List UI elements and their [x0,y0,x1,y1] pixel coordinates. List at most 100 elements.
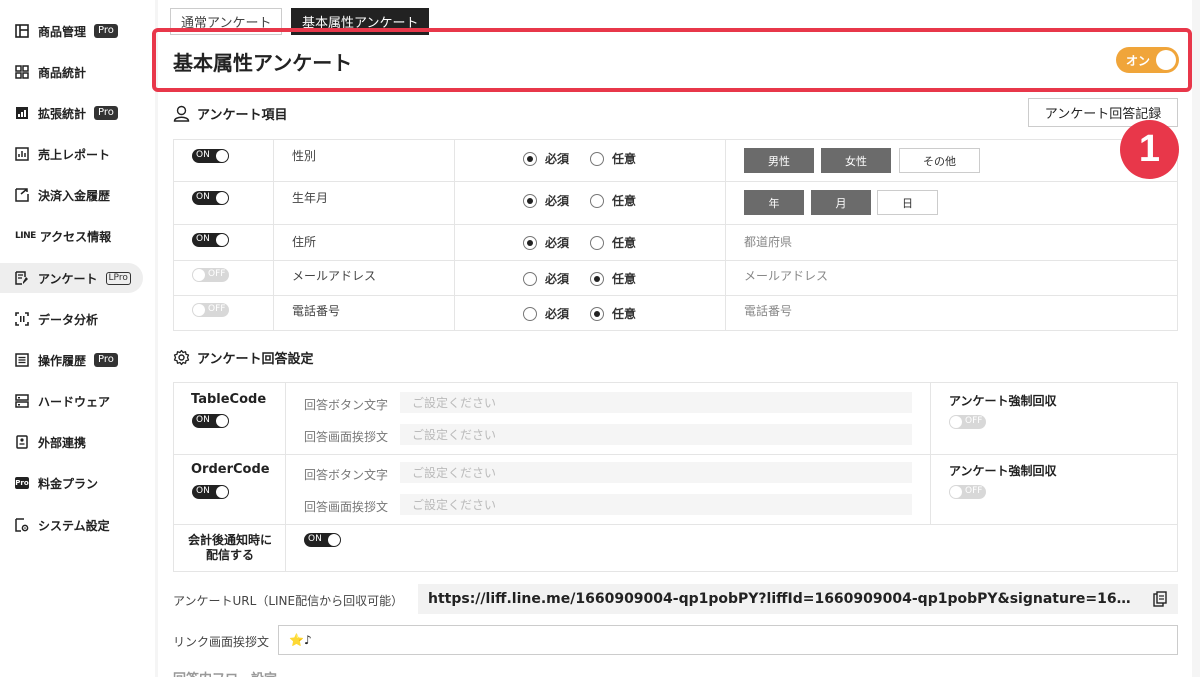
pro-badge: Pro [94,24,118,38]
table-row: ON 住所 必須 任意 都道府県 [174,225,1177,261]
optional-radio[interactable]: 任意 [590,150,636,167]
item-label: 生年月 [292,191,329,205]
item-toggle[interactable]: OFF [192,268,229,282]
answer-section-header: アンケート回答設定 [173,348,313,367]
table-row: OFF 電話番号 必須 任意 電話番号 [174,296,1177,330]
toggle-knob [1156,50,1176,70]
required-radio[interactable]: 必須 [523,150,569,167]
tablecode-button-text-input[interactable]: ご設定ください [400,392,912,413]
sidebar-item-line-access[interactable]: LINE アクセス情報 [0,221,143,251]
tablecode-toggle[interactable]: ON [192,414,229,428]
divider [174,454,1177,455]
copy-icon[interactable] [1152,591,1168,607]
item-placeholder: メールアドレス [744,269,829,283]
ordercode-force-toggle[interactable]: OFF [949,485,986,499]
sidebar-item-payment-history[interactable]: 決済入金履歴 [0,180,143,210]
payment-icon [15,188,29,202]
survey-url-value: https://liff.line.me/1660909004-qp1pobPY… [428,591,1140,607]
sidebar-item-sales-report[interactable]: 売上レポート [0,139,143,169]
option-other-button[interactable]: その他 [899,148,980,173]
survey-enable-toggle[interactable]: オン [1116,47,1179,73]
sidebar-item-label: 操作履歴 [38,353,87,368]
item-toggle[interactable]: ON [192,233,229,247]
notify-after-payment-label: 会計後通知時に配信する [187,533,272,562]
sidebar-item-label: データ分析 [38,312,99,327]
items-section-header: アンケート項目 [173,104,287,123]
table-row: ON 性別 必須 任意 男性 女性 その他 [174,140,1177,182]
option-month-button[interactable]: 月 [811,190,871,215]
item-label: 住所 [292,235,317,249]
item-label: 性別 [292,149,317,163]
tablecode-title: TableCode [191,392,267,407]
ordercode-greeting-input[interactable]: ご設定ください [400,494,912,515]
list-icon [15,353,29,367]
sidebar-item-label: 売上レポート [38,147,111,162]
lpro-badge: LPro [105,271,131,285]
option-female-button[interactable]: 女性 [821,148,891,173]
sidebar-item-hardware[interactable]: ハードウェア [0,386,143,416]
option-year-button[interactable]: 年 [744,190,804,215]
sidebar-item-extended-stats[interactable]: 拡張統計 Pro [0,98,143,128]
table-row: ON 生年月 必須 任意 年 月 日 [174,182,1177,225]
link-greeting-input[interactable]: ⭐♪ [278,625,1178,655]
tablecode-force-toggle[interactable]: OFF [949,415,986,429]
sidebar-item-pricing-plan[interactable]: Pro 料金プラン [0,468,143,498]
optional-radio[interactable]: 任意 [590,270,636,287]
sidebar-item-label: システム設定 [38,518,110,533]
item-label: メールアドレス [292,269,377,283]
item-placeholder: 電話番号 [744,304,793,318]
required-radio[interactable]: 必須 [523,192,569,209]
required-radio[interactable]: 必須 [523,305,569,322]
notify-toggle[interactable]: ON [304,533,341,547]
survey-icon [15,271,29,285]
gear-icon [173,349,190,366]
line-icon: LINE [15,231,36,241]
sidebar-item-label: 決済入金履歴 [38,188,111,203]
ordercode-title: OrderCode [191,462,270,477]
link-doc-icon [15,435,29,449]
option-male-button[interactable]: 男性 [744,148,814,173]
section-title: アンケート項目 [197,108,288,123]
settings-icon [15,518,29,532]
sidebar-item-survey[interactable]: アンケート LPro [0,263,143,293]
button-text-label: 回答ボタン文字 [304,398,389,412]
next-section-header: 回答内フロー設定 [173,668,277,677]
sidebar-item-product-management[interactable]: 商品管理 Pro [0,16,143,46]
answer-settings-table: TableCode ON 回答ボタン文字 ご設定ください 回答画面挨拶文 ご設定… [173,382,1178,572]
sidebar-item-data-analysis[interactable]: データ分析 [0,304,143,334]
sidebar-item-product-stats[interactable]: 商品統計 [0,57,143,87]
survey-url-field[interactable]: https://liff.line.me/1660909004-qp1pobPY… [418,584,1178,614]
optional-radio[interactable]: 任意 [590,305,636,322]
callout-number: 1 [1120,120,1179,179]
pro-badge: Pro [94,353,118,367]
item-toggle[interactable]: ON [192,149,229,163]
ordercode-button-text-input[interactable]: ご設定ください [400,462,912,483]
item-toggle[interactable]: ON [192,191,229,205]
server-icon [15,394,29,408]
optional-radio[interactable]: 任意 [590,192,636,209]
report-icon [15,147,29,161]
section-title: アンケート回答設定 [197,352,314,367]
required-radio[interactable]: 必須 [523,234,569,251]
tablecode-greeting-input[interactable]: ご設定ください [400,424,912,445]
sidebar-item-external-integration[interactable]: 外部連携 [0,427,143,457]
greeting-label: 回答画面挨拶文 [304,500,389,514]
sidebar-item-label: ハードウェア [38,394,111,409]
layout-icon [15,24,29,38]
force-collect-label: アンケート強制回収 [949,394,1057,408]
survey-items-table: ON 性別 必須 任意 男性 女性 その他 ON 生年月 必須 任意 年 月 日… [173,139,1178,331]
sidebar-item-operation-history[interactable]: 操作履歴 Pro [0,345,143,375]
item-toggle[interactable]: OFF [192,303,229,317]
optional-radio[interactable]: 任意 [590,234,636,251]
option-day-button[interactable]: 日 [877,190,938,215]
survey-url-label: アンケートURL（LINE配信から回収可能） [173,594,404,608]
link-greeting-label: リンク画面挨拶文 [173,635,270,649]
required-radio[interactable]: 必須 [523,270,569,287]
toggle-label: オン [1126,54,1151,68]
greeting-label: 回答画面挨拶文 [304,430,389,444]
sidebar-item-system-settings[interactable]: システム設定 [0,510,143,540]
sidebar-item-label: 商品管理 [38,24,87,39]
sidebar-item-label: アクセス情報 [39,229,112,244]
force-collect-label: アンケート強制回収 [949,464,1057,478]
ordercode-toggle[interactable]: ON [192,485,229,499]
